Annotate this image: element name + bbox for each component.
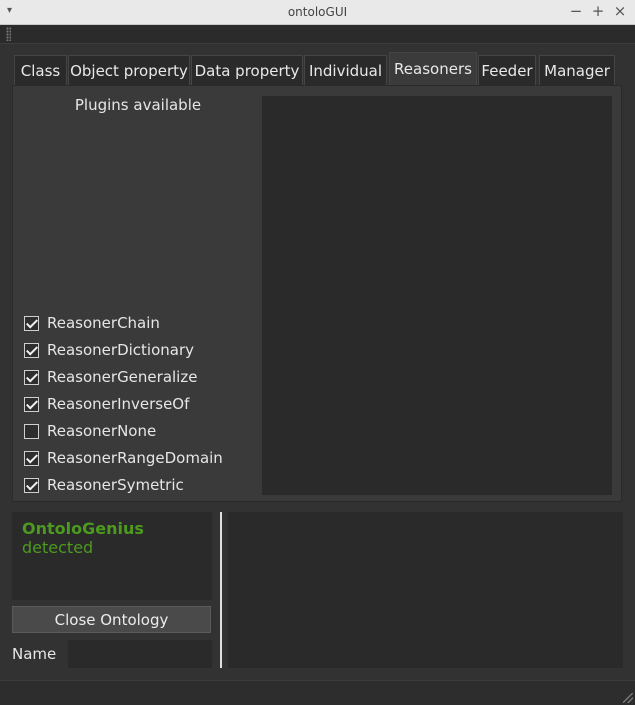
checkbox-label: ReasonerDictionary [47, 341, 194, 359]
window-title: ontoloGUI [287, 5, 348, 19]
tab-manager[interactable]: Manager [539, 55, 615, 85]
checkbox-label: ReasonerRangeDomain [47, 449, 223, 467]
checkbox-label: ReasonerChain [47, 314, 160, 332]
checkbox-icon[interactable] [24, 369, 39, 385]
checkbox-label: ReasonerInverseOf [47, 395, 190, 413]
output-area[interactable] [228, 512, 623, 668]
checkbox-label: ReasonerGeneralize [47, 368, 198, 386]
tab-class[interactable]: Class [14, 55, 67, 85]
tab-object-property[interactable]: Object property [68, 55, 190, 85]
tab-feeder[interactable]: Feeder [478, 55, 536, 85]
toolbar [0, 25, 635, 44]
service-status-box: OntoloGenius detected [12, 512, 212, 600]
checkbox-label: ReasonerNone [47, 422, 157, 440]
resize-grip-icon[interactable] [623, 693, 633, 703]
plugin-description-area[interactable] [262, 96, 612, 495]
toolbar-grip-icon[interactable] [6, 27, 11, 41]
name-label: Name [12, 645, 57, 663]
checkbox-reasoner-generalize[interactable]: ReasonerGeneralize [24, 367, 197, 387]
checkbox-icon[interactable] [24, 315, 39, 331]
status-bar [0, 680, 635, 705]
checkbox-icon[interactable] [24, 342, 39, 358]
tab-reasoners[interactable]: Reasoners [389, 52, 477, 85]
checkbox-reasoner-chain[interactable]: ReasonerChain [24, 313, 160, 333]
minimize-icon[interactable]: − [568, 3, 584, 19]
checkbox-reasoner-inverse-of[interactable]: ReasonerInverseOf [24, 394, 189, 414]
checkbox-icon[interactable] [24, 450, 39, 466]
checkbox-reasoner-none[interactable]: ReasonerNone [24, 421, 156, 441]
checkbox-icon[interactable] [24, 477, 39, 493]
name-input[interactable] [68, 640, 212, 668]
checkbox-label: ReasonerSymetric [47, 476, 184, 494]
checkbox-reasoner-symetric[interactable]: ReasonerSymetric [24, 475, 184, 495]
checkbox-reasoner-range-domain[interactable]: ReasonerRangeDomain [24, 448, 223, 468]
checkbox-icon[interactable] [24, 423, 39, 439]
checkbox-reasoner-dictionary[interactable]: ReasonerDictionary [24, 340, 194, 360]
title-bar: ▾ ontoloGUI − + × [0, 0, 635, 25]
close-icon[interactable]: × [612, 3, 628, 19]
tab-individual[interactable]: Individual [304, 55, 387, 85]
checkbox-icon[interactable] [24, 396, 39, 412]
plugins-available-label: Plugins available [74, 96, 202, 114]
status-brand: OntoloGenius [22, 519, 144, 538]
maximize-icon[interactable]: + [590, 3, 606, 19]
status-text: detected [22, 538, 94, 557]
splitter-handle[interactable] [220, 512, 222, 668]
close-ontology-button[interactable]: Close Ontology [12, 606, 211, 633]
tab-data-property[interactable]: Data property [191, 55, 303, 85]
